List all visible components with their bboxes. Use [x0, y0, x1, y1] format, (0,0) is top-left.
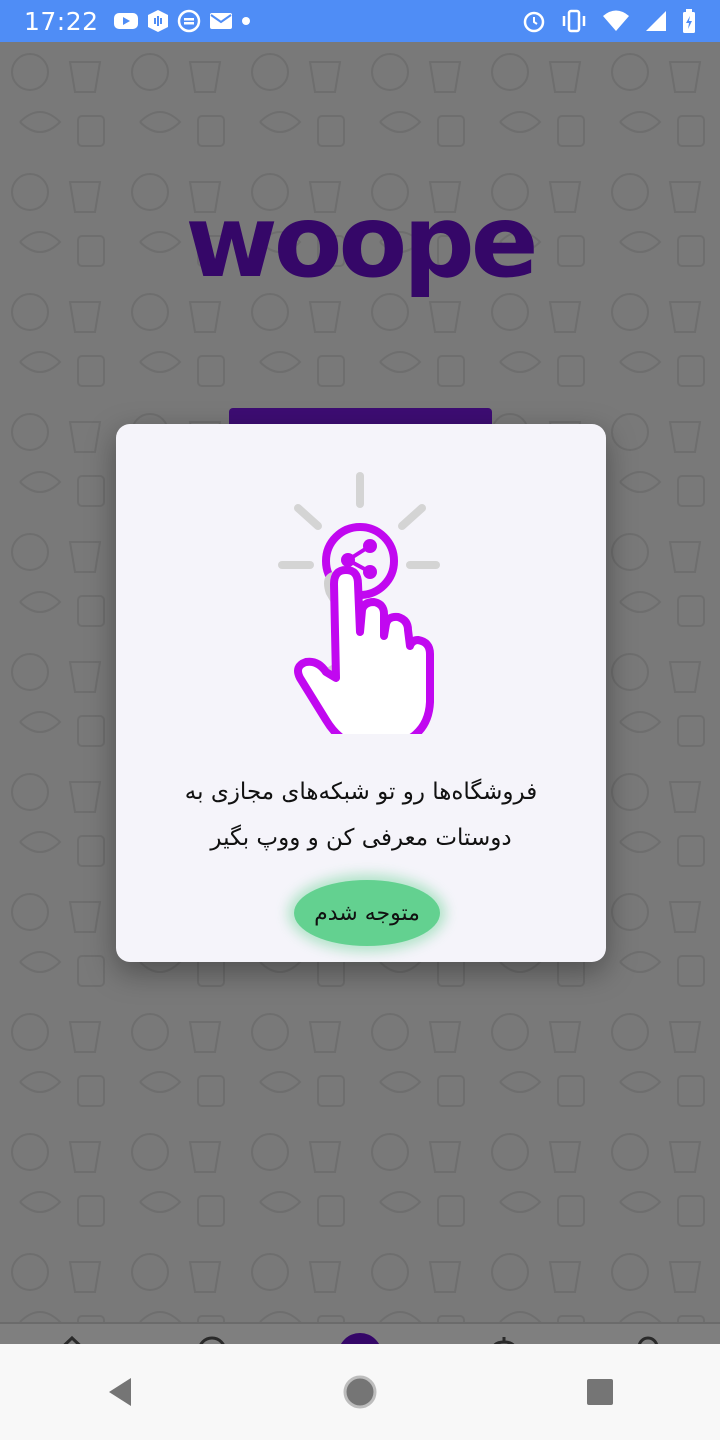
dialog-message-line2: دوستات معرفی کن و ووپ بگیر — [210, 825, 512, 851]
system-navigation-bar — [0, 1344, 720, 1440]
mail-icon — [209, 12, 233, 30]
share-dialog: فروشگاه‌ها رو تو شبکه‌های مجازی به دوستا… — [116, 424, 606, 962]
signal-icon — [644, 9, 668, 33]
alarm-icon — [522, 9, 546, 33]
vpn-icon — [177, 9, 201, 33]
system-recents-button[interactable] — [570, 1362, 630, 1422]
recents-icon — [587, 1379, 613, 1405]
got-it-button[interactable]: متوجه شدم — [294, 880, 440, 946]
dialog-message: فروشگاه‌ها رو تو شبکه‌های مجازی به دوستا… — [146, 769, 576, 861]
status-system-icons — [522, 8, 696, 34]
wifi-icon — [602, 9, 630, 33]
battery-icon — [682, 8, 696, 34]
back-icon — [109, 1378, 131, 1406]
podcast-icon — [147, 9, 169, 33]
dot-icon — [241, 16, 251, 26]
status-notification-icons — [113, 9, 251, 33]
share-tap-icon — [278, 472, 440, 734]
home-circle-icon — [343, 1375, 377, 1409]
system-back-button[interactable] — [90, 1362, 150, 1422]
vibrate-icon — [560, 9, 588, 33]
system-home-button[interactable] — [330, 1362, 390, 1422]
status-time: 17:22 — [24, 6, 99, 36]
youtube-icon — [113, 11, 139, 31]
dialog-message-line1: فروشگاه‌ها رو تو شبکه‌های مجازی به — [184, 779, 538, 805]
status-bar: 17:22 — [0, 0, 720, 42]
